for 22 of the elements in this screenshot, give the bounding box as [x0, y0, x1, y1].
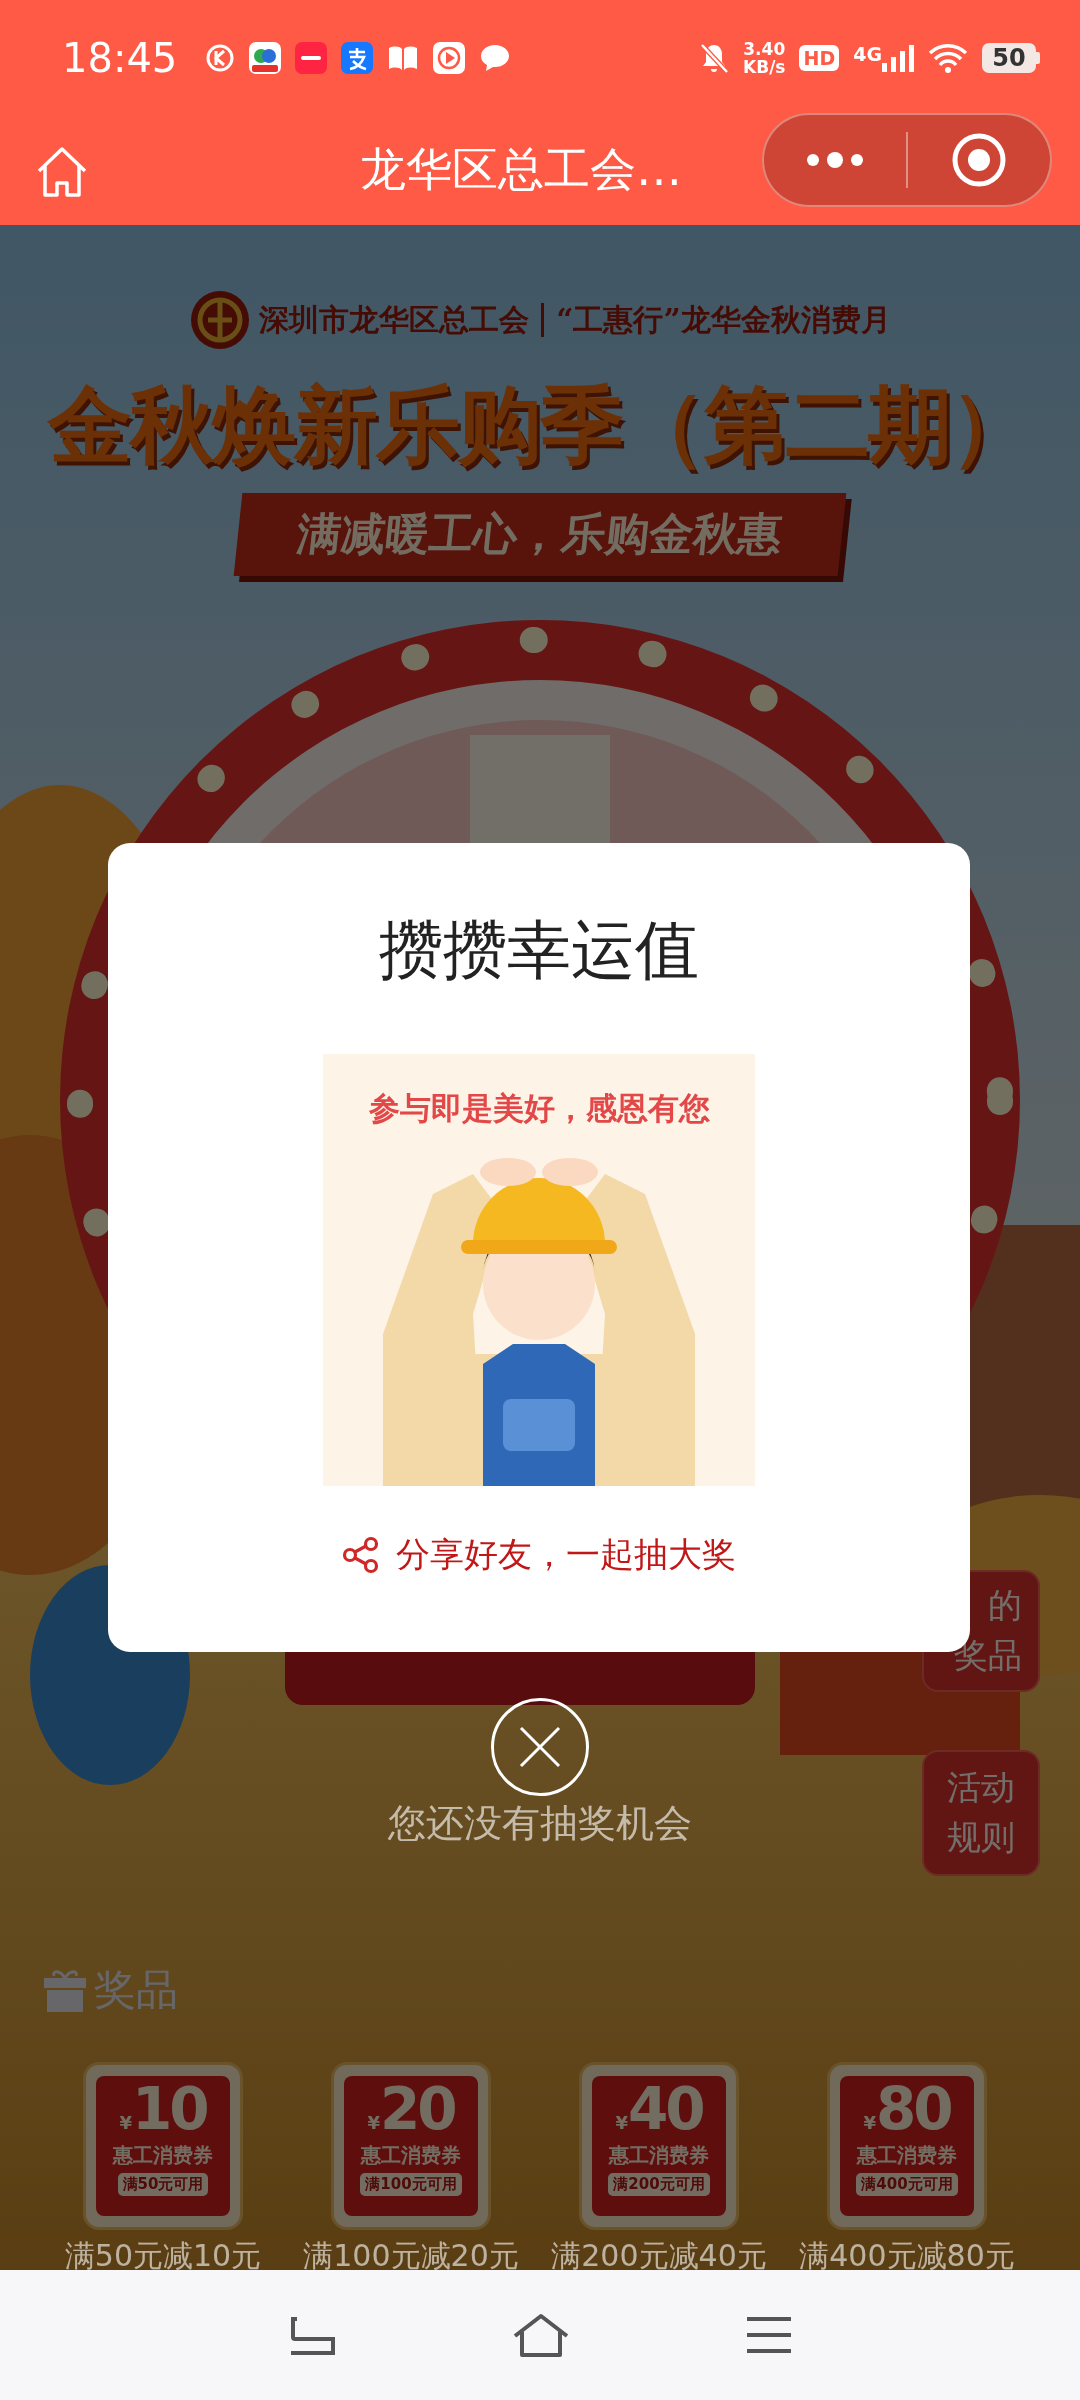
- page-title: 龙华区总工会…: [360, 141, 682, 198]
- chat-bubble-icon: [479, 42, 512, 73]
- menu-button[interactable]: [744, 2315, 793, 2355]
- app-icon: [341, 41, 374, 74]
- network-type: 4G: [853, 42, 882, 65]
- signal-icon: [882, 42, 914, 73]
- circle-icon: [205, 42, 236, 73]
- home-button[interactable]: [512, 2312, 570, 2358]
- battery-level: 50: [982, 42, 1036, 73]
- target-icon: [951, 132, 1007, 188]
- hd-badge: HD: [799, 44, 840, 71]
- app-icon: [249, 41, 282, 74]
- play-icon: [433, 41, 466, 74]
- menu-icon: [744, 2315, 793, 2355]
- wifi-icon: [928, 42, 968, 73]
- home-icon: [512, 2312, 570, 2358]
- more-icon: [805, 150, 865, 170]
- clock-time: 18:45: [62, 34, 178, 81]
- network-speed: 3.40 KB/s: [743, 39, 786, 76]
- bell-off-icon: [699, 41, 729, 74]
- app-icon: [295, 41, 328, 74]
- home-icon: [35, 145, 89, 199]
